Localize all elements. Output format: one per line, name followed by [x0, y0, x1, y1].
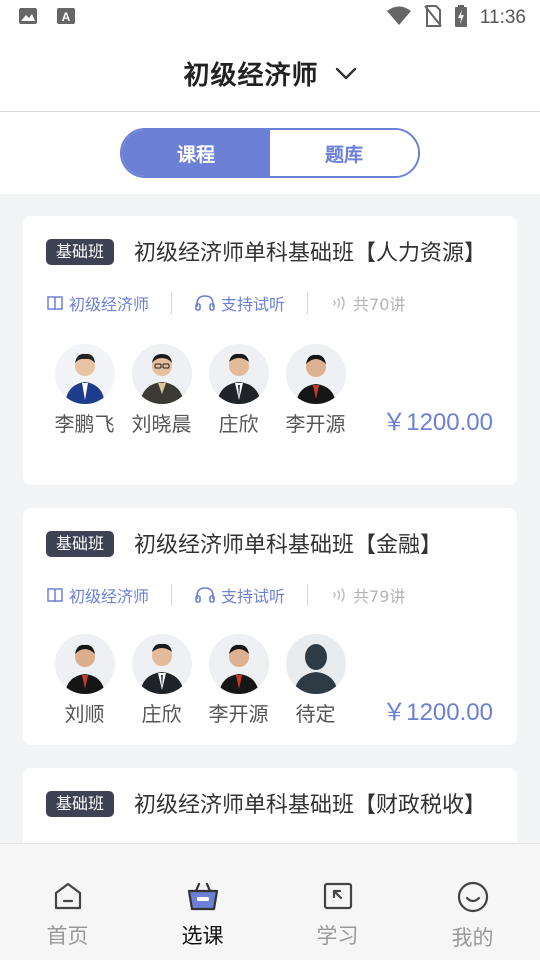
smile-icon	[457, 881, 488, 913]
audio-wave-icon	[333, 296, 345, 310]
course-price: ￥1200.00	[382, 699, 493, 726]
divider	[171, 584, 173, 606]
nav-home[interactable]: 首页	[0, 844, 135, 960]
teacher[interactable]: 李鹏飞	[46, 344, 123, 446]
tab-courses[interactable]: 课程	[122, 130, 270, 176]
teacher[interactable]: 庄欣	[200, 344, 277, 446]
course-badge: 基础班	[46, 531, 115, 557]
image-icon	[18, 6, 38, 30]
audio-wave-icon	[333, 588, 345, 602]
wifi-icon	[386, 6, 412, 30]
divider	[171, 292, 173, 314]
headphones-icon	[195, 295, 215, 311]
nav-study[interactable]: 学习	[270, 844, 405, 960]
study-icon	[323, 882, 352, 910]
chevron-down-icon[interactable]	[335, 67, 357, 81]
teacher-list: 李鹏飞 刘晓晨 庄欣 李开源 ￥1200.00	[46, 344, 495, 446]
avatar	[54, 344, 115, 404]
course-card[interactable]: 基础班 初级经济师单科基础班【金融】 初级经济师 支持试听 共79讲 刘顺 庄欣…	[23, 508, 517, 745]
status-bar: A 11:36	[0, 0, 540, 36]
course-title: 初级经济师单科基础班【人力资源】	[134, 241, 487, 266]
avatar	[285, 344, 346, 404]
avatar-placeholder	[285, 634, 346, 694]
course-badge: 基础班	[46, 239, 115, 265]
headphones-icon	[195, 587, 215, 603]
nav-courses[interactable]: 选课	[135, 844, 270, 960]
course-title-block: 基础班 初级经济师单科基础班【财政税收】	[46, 790, 495, 822]
divider	[307, 584, 309, 606]
basket-icon	[187, 882, 218, 911]
meta-category: 初级经济师	[46, 291, 149, 315]
teacher[interactable]: 待定	[277, 634, 354, 736]
book-icon	[47, 296, 63, 311]
teacher[interactable]: 李开源	[200, 634, 277, 736]
no-sim-icon	[424, 5, 442, 31]
header: 初级经济师	[0, 36, 540, 112]
teacher[interactable]: 李开源	[277, 344, 354, 446]
avatar	[208, 634, 269, 694]
battery-charging-icon	[454, 5, 468, 31]
page-title[interactable]: 初级经济师	[183, 55, 318, 92]
avatar	[208, 344, 269, 404]
teacher[interactable]: 刘晓晨	[123, 344, 200, 446]
svg-text:A: A	[62, 10, 71, 24]
course-title-block: 基础班 初级经济师单科基础班【金融】	[46, 530, 495, 562]
tab-question-bank[interactable]: 题库	[270, 130, 418, 176]
course-price: ￥1200.00	[382, 409, 493, 436]
nav-mine[interactable]: 我的	[405, 844, 540, 960]
course-card[interactable]: 基础班初级经济师单科基础班【人力资源】 初级经济师 支持试听 共70讲 李鹏飞	[23, 216, 517, 485]
avatar	[131, 634, 192, 694]
teacher[interactable]: 庄欣	[123, 634, 200, 736]
meta-trial: 支持试听	[194, 583, 285, 607]
course-title-block: 基础班 初级经济师单科基础班【人力资源】	[46, 238, 495, 270]
meta-trial: 支持试听	[194, 291, 285, 315]
course-meta: 初级经济师 支持试听 共79讲	[46, 582, 495, 608]
teacher[interactable]: 刘顺	[46, 634, 123, 736]
avatar	[54, 634, 115, 694]
clock: 11:36	[479, 7, 526, 28]
divider	[307, 292, 309, 314]
avatar	[131, 344, 192, 404]
bottom-nav: 首页 选课 学习 我的	[0, 843, 540, 960]
course-meta: 初级经济师 支持试听 共70讲	[46, 290, 495, 316]
segment-bar: 课程 题库	[0, 112, 540, 194]
font-icon: A	[56, 6, 76, 30]
home-icon	[54, 882, 81, 910]
segmented-control: 课程 题库	[120, 128, 420, 178]
course-title: 初级经济师单科基础班【金融】	[134, 533, 443, 558]
course-card[interactable]: 基础班 初级经济师单科基础班【财政税收】	[23, 768, 517, 848]
meta-lessons: 共79讲	[330, 583, 405, 607]
meta-category: 初级经济师	[46, 583, 149, 607]
meta-lessons: 共70讲	[330, 291, 405, 315]
book-icon	[47, 588, 63, 603]
teacher-list: 刘顺 庄欣 李开源 待定 ￥1200.00	[46, 634, 495, 736]
course-badge: 基础班	[46, 791, 115, 817]
course-title: 初级经济师单科基础班【财政税收】	[134, 793, 487, 818]
